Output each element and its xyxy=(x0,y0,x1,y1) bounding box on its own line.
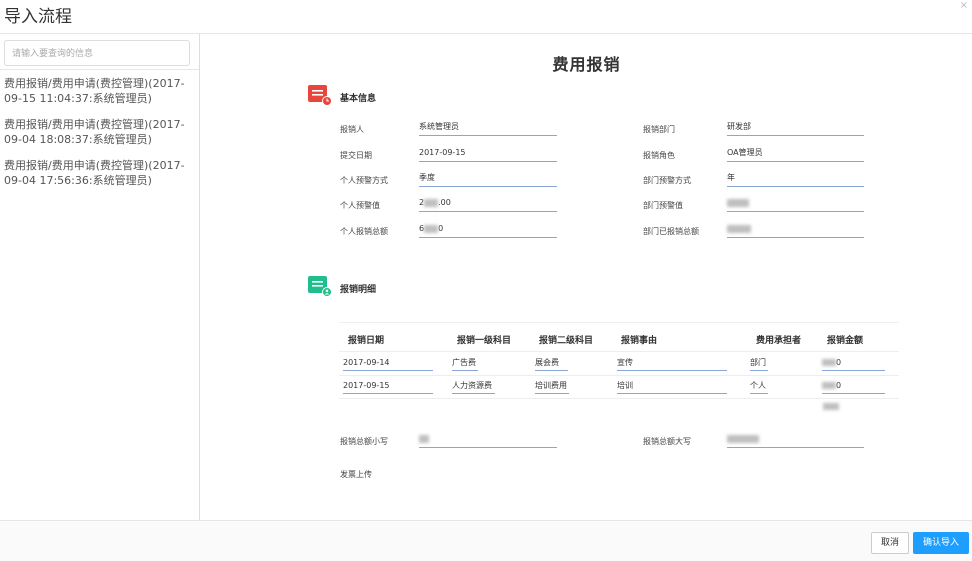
search-input[interactable] xyxy=(5,42,189,66)
row-level1[interactable]: 广告费 xyxy=(452,356,478,371)
row-level1[interactable]: 人力资源费 xyxy=(452,379,495,394)
personal-budget-field[interactable]: 2.00 xyxy=(419,196,557,212)
row-reason[interactable]: 宣传 xyxy=(617,356,727,371)
column-header: 报销事由 xyxy=(621,336,658,346)
role-label: 报销角色 xyxy=(643,151,675,160)
list-item-line1: 费用报销/费用申请(费控管理)(2017- xyxy=(4,159,185,172)
redacted-value xyxy=(727,198,749,207)
form-preview: 费用报销 基本信息 报销人 系统管理员 报销部门 研发部 提交日期 2017-0… xyxy=(201,34,972,520)
document-user-icon xyxy=(307,275,333,299)
redacted-value xyxy=(419,434,429,443)
redacted-value xyxy=(727,434,759,443)
row-reason[interactable]: 培训 xyxy=(617,379,727,394)
row-amount-suffix: 0 xyxy=(836,358,842,367)
column-header: 报销一级科目 xyxy=(457,336,512,346)
dept-field[interactable]: 研发部 xyxy=(727,120,864,136)
process-list-sidebar: 费用报销/费用申请(费控管理)(2017- 09-15 11:04:37:系统管… xyxy=(0,34,200,520)
dept-budget-mode-label: 部门预警方式 xyxy=(643,176,691,185)
column-header: 报销二级科目 xyxy=(539,336,594,346)
total-small-label: 报销总额小写 xyxy=(340,437,388,446)
search-box[interactable] xyxy=(4,40,190,66)
total-small-field[interactable] xyxy=(419,432,557,448)
redacted-value xyxy=(823,403,839,410)
confirm-import-button[interactable]: 确认导入 xyxy=(913,532,969,554)
dept-total-field[interactable] xyxy=(727,222,864,238)
dialog-title: 导入流程 xyxy=(4,7,72,27)
dept-budget-label: 部门预警值 xyxy=(643,201,683,210)
row-amount[interactable]: 0 xyxy=(822,379,885,394)
row-divider xyxy=(339,375,899,376)
row-bearer[interactable]: 个人 xyxy=(750,379,768,394)
list-item[interactable]: 费用报销/费用申请(费控管理)(2017- 09-04 18:08:37:系统管… xyxy=(4,117,194,147)
personal-budget-label: 个人预警值 xyxy=(340,201,380,210)
redacted-value xyxy=(822,382,836,389)
sidebar-divider xyxy=(0,69,199,70)
cancel-button[interactable]: 取消 xyxy=(871,532,909,554)
redacted-value xyxy=(424,224,439,233)
row-bearer[interactable]: 部门 xyxy=(750,356,768,371)
redacted-value xyxy=(822,359,836,366)
dept-label: 报销部门 xyxy=(643,125,675,134)
dept-budget-field[interactable] xyxy=(727,196,864,212)
row-date[interactable]: 2017-09-14 xyxy=(343,356,433,371)
detail-table-header: 报销日期 报销一级科目 报销二级科目 报销事由 费用承担者 报销金额 xyxy=(339,322,899,352)
dialog-footer: 取消 确认导入 xyxy=(0,520,972,561)
total-big-label: 报销总额大写 xyxy=(643,437,691,446)
personal-total-suffix: 0 xyxy=(438,224,444,233)
section-title-basic: 基本信息 xyxy=(340,94,377,104)
row-level2[interactable]: 展会费 xyxy=(535,356,568,371)
personal-budget-suffix: .00 xyxy=(438,198,451,207)
personal-total-label: 个人报销总额 xyxy=(340,227,388,236)
role-field[interactable]: OA管理员 xyxy=(727,146,864,162)
dept-total-label: 部门已报销总额 xyxy=(643,227,699,236)
row-amount-suffix: 0 xyxy=(836,381,842,390)
close-icon[interactable]: × xyxy=(960,0,968,11)
personal-total-field[interactable]: 60 xyxy=(419,222,557,238)
personal-budget-mode-label: 个人预警方式 xyxy=(340,176,388,185)
list-item[interactable]: 费用报销/费用申请(费控管理)(2017- 09-15 11:04:37:系统管… xyxy=(4,76,194,106)
personal-budget-mode-field[interactable]: 季度 xyxy=(419,171,557,187)
column-header: 报销日期 xyxy=(348,336,385,346)
applicant-label: 报销人 xyxy=(340,125,364,134)
total-big-field[interactable] xyxy=(727,432,864,448)
form-title: 费用报销 xyxy=(552,55,621,74)
list-item-line1: 费用报销/费用申请(费控管理)(2017- xyxy=(4,77,185,90)
dept-budget-mode-field[interactable]: 年 xyxy=(727,171,864,187)
column-header: 费用承担者 xyxy=(756,336,802,346)
row-amount[interactable]: 0 xyxy=(822,356,885,371)
date-field[interactable]: 2017-09-15 xyxy=(419,146,557,162)
row-divider xyxy=(339,398,899,399)
redacted-value xyxy=(727,224,751,233)
row-date[interactable]: 2017-09-15 xyxy=(343,379,433,394)
date-label: 提交日期 xyxy=(340,151,372,160)
row-level2[interactable]: 培训费用 xyxy=(535,379,569,394)
list-item-line2: 09-04 18:08:37:系统管理员) xyxy=(4,133,152,146)
dialog-titlebar: 导入流程 × xyxy=(0,0,972,34)
redacted-value xyxy=(424,198,439,207)
list-item-line1: 费用报销/费用申请(费控管理)(2017- xyxy=(4,118,185,131)
list-item[interactable]: 费用报销/费用申请(费控管理)(2017- 09-04 17:56:36:系统管… xyxy=(4,158,194,188)
list-item-line2: 09-04 17:56:36:系统管理员) xyxy=(4,174,152,187)
applicant-field[interactable]: 系统管理员 xyxy=(419,120,557,136)
column-header: 报销金额 xyxy=(827,336,864,346)
section-title-detail: 报销明细 xyxy=(340,285,377,295)
list-item-line2: 09-15 11:04:37:系统管理员) xyxy=(4,92,152,105)
document-clock-icon xyxy=(307,84,333,108)
invoice-upload-label: 发票上传 xyxy=(340,470,372,479)
